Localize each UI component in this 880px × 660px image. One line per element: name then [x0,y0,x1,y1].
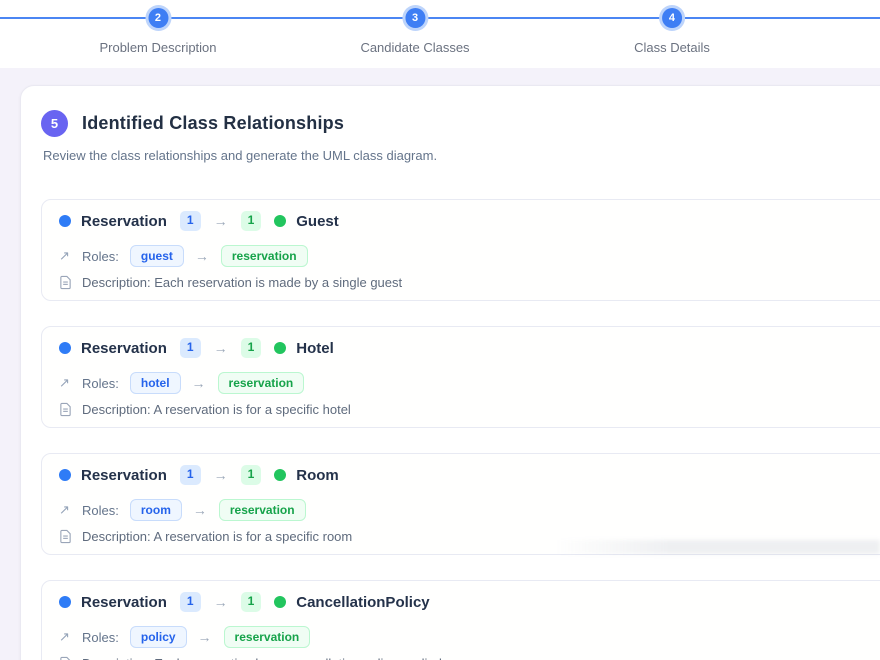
target-class-name: Guest [296,213,339,230]
source-class-name: Reservation [81,213,167,230]
relationship-description: Description: A reservation is for a spec… [82,402,351,417]
roles-row: ↗ Roles: guest → reservation [59,245,880,267]
relationship-description: Description: A reservation is for a spec… [82,529,352,544]
relationship-card-cancellation-policy: Reservation 1 → 1 CancellationPolicy ↗ R… [41,580,880,660]
stepper-step-candidate-classes[interactable]: 3 Candidate Classes [360,8,469,55]
source-class-dot-icon [59,596,71,608]
roles-label: Roles: [82,249,119,264]
relationship-card-hotel: Reservation 1 → 1 Hotel ↗ Roles: hotel →… [41,326,880,428]
wizard-header: 2 Problem Description 3 Candidate Classe… [0,0,880,68]
source-role-badge: policy [130,626,187,648]
step-number-circle[interactable]: 2 [148,8,168,28]
description-row: Description: Each reservation has a canc… [59,655,880,660]
diagonal-arrow-icon: ↗ [59,502,74,518]
source-role-badge: room [130,499,182,521]
source-class-name: Reservation [81,594,167,611]
relationship-description: Description: Each reservation is made by… [82,275,402,290]
arrow-right-icon: → [193,502,207,518]
roles-row: ↗ Roles: room → reservation [59,499,880,521]
arrow-right-icon: → [214,340,228,356]
relationship-title-row: Reservation 1 → 1 CancellationPolicy [59,590,880,614]
source-multiplicity-badge: 1 [180,338,201,357]
class-relationships-panel: 5 Identified Class Relationships Review … [20,85,880,660]
roles-label: Roles: [82,376,119,391]
target-multiplicity-badge: 1 [241,465,262,484]
target-role-badge: reservation [221,245,308,267]
step-label: Candidate Classes [360,40,469,55]
roles-row: ↗ Roles: hotel → reservation [59,372,880,394]
source-role-badge: guest [130,245,184,267]
target-class-dot-icon [274,469,286,481]
arrow-right-icon: → [214,594,228,610]
target-role-badge: reservation [219,499,306,521]
target-multiplicity-badge: 1 [241,592,262,611]
source-class-name: Reservation [81,467,167,484]
document-icon [59,275,74,290]
arrow-right-icon: → [195,248,209,264]
relationship-card-room: Reservation 1 → 1 Room ↗ Roles: room → r… [41,453,880,555]
stepper-step-class-details[interactable]: 4 Class Details [634,8,710,55]
relationship-title-row: Reservation 1 → 1 Hotel [59,336,880,360]
stepper-step-problem-description[interactable]: 2 Problem Description [99,8,216,55]
step-label: Problem Description [99,40,216,55]
target-role-badge: reservation [218,372,305,394]
relationship-list: Reservation 1 → 1 Guest ↗ Roles: guest →… [41,199,880,660]
target-class-dot-icon [274,596,286,608]
relationship-title-row: Reservation 1 → 1 Room [59,463,880,487]
target-multiplicity-badge: 1 [241,338,262,357]
roles-row: ↗ Roles: policy → reservation [59,626,880,648]
page-title: Identified Class Relationships [82,113,344,134]
relationship-title-row: Reservation 1 → 1 Guest [59,209,880,233]
target-role-badge: reservation [224,626,311,648]
roles-label: Roles: [82,503,119,518]
diagonal-arrow-icon: ↗ [59,629,74,645]
step-5-badge: 5 [41,110,68,137]
relationship-description: Description: Each reservation has a canc… [82,656,442,660]
diagonal-arrow-icon: ↗ [59,375,74,391]
source-class-name: Reservation [81,340,167,357]
description-row: Description: A reservation is for a spec… [59,528,880,545]
target-class-dot-icon [274,215,286,227]
diagonal-arrow-icon: ↗ [59,248,74,264]
target-class-dot-icon [274,342,286,354]
target-multiplicity-badge: 1 [241,211,262,230]
step-number-circle[interactable]: 4 [662,8,682,28]
roles-label: Roles: [82,630,119,645]
source-role-badge: hotel [130,372,181,394]
target-class-name: Room [296,467,339,484]
source-multiplicity-badge: 1 [180,211,201,230]
target-class-name: CancellationPolicy [296,594,429,611]
description-row: Description: A reservation is for a spec… [59,401,880,418]
source-class-dot-icon [59,215,71,227]
document-icon [59,656,74,660]
source-class-dot-icon [59,469,71,481]
source-multiplicity-badge: 1 [180,465,201,484]
document-icon [59,529,74,544]
description-row: Description: Each reservation is made by… [59,274,880,291]
source-multiplicity-badge: 1 [180,592,201,611]
document-icon [59,402,74,417]
relationship-card-guest: Reservation 1 → 1 Guest ↗ Roles: guest →… [41,199,880,301]
step-number-circle[interactable]: 3 [405,8,425,28]
step-label: Class Details [634,40,710,55]
arrow-right-icon: → [214,213,228,229]
arrow-right-icon: → [198,629,212,645]
arrow-right-icon: → [192,375,206,391]
arrow-right-icon: → [214,467,228,483]
target-class-name: Hotel [296,340,334,357]
page-subtitle: Review the class relationships and gener… [43,148,880,163]
panel-header: 5 Identified Class Relationships [41,109,880,137]
source-class-dot-icon [59,342,71,354]
